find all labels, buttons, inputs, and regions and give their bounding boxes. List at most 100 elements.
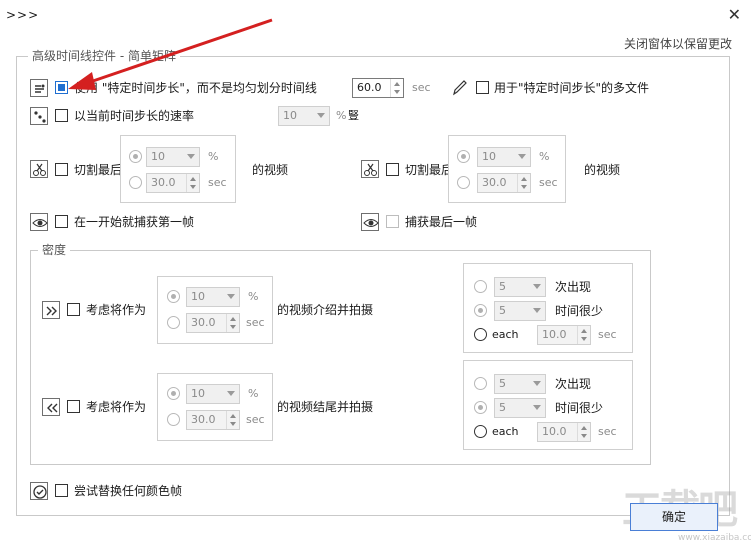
cut-first-percent-radio[interactable] <box>129 150 142 163</box>
pen-icon[interactable] <box>451 78 469 96</box>
intro-percent-combo[interactable]: 10 <box>186 287 240 307</box>
timestep-value-spinner[interactable]: 60.0 <box>352 78 404 98</box>
cut-first-sec-radio[interactable] <box>129 176 142 189</box>
rate-dice-icon[interactable] <box>30 107 48 125</box>
outro-times-label: 次出现 <box>555 377 592 391</box>
intro-label: 考虑将作为 <box>86 303 147 317</box>
current-rate-label: 以当前时间步长的速率 <box>74 109 195 123</box>
use-timestep-label: 使用 "特定时间步长"，而不是均匀划分时间线 <box>74 81 317 95</box>
cut-last-percent-combo[interactable]: 10 <box>477 147 531 167</box>
intro-sec-unit: sec <box>246 316 265 329</box>
outro-min-value: 5 <box>499 401 506 414</box>
capture-first-label: 在一开始就捕获第一帧 <box>74 215 195 229</box>
cut-last-percent-unit: % <box>539 150 550 163</box>
intro-each-spinner[interactable]: 10.0 <box>537 325 591 345</box>
ok-button[interactable]: 确定 <box>630 503 718 531</box>
intro-checkbox[interactable] <box>67 303 80 316</box>
cut-last-sec-spinner[interactable]: 30.0 <box>477 173 531 193</box>
current-rate-checkbox[interactable] <box>55 109 68 122</box>
capture-last-checkbox[interactable] <box>386 215 399 228</box>
title-bar: >>> ✕ <box>0 0 751 30</box>
replace-color-checkbox[interactable] <box>55 484 68 497</box>
outro-suffix: 的视频结尾并拍摄 <box>277 400 374 414</box>
timestep-value: 60.0 <box>357 81 382 94</box>
outro-checkbox[interactable] <box>67 400 80 413</box>
intro-percent-unit: % <box>248 290 259 303</box>
window-title: >>> <box>6 8 40 22</box>
intro-each-label: each <box>492 328 519 341</box>
outro-each-spinner[interactable]: 10.0 <box>537 422 591 442</box>
intro-sec-spinner[interactable]: 30.0 <box>186 313 240 333</box>
cut-last-percent-value: 10 <box>482 150 496 163</box>
cut-first-suffix: 的视频 <box>252 163 289 177</box>
capture-first-checkbox[interactable] <box>55 215 68 228</box>
cut-first-label: 切割最后 <box>74 163 123 177</box>
intro-suffix: 的视频介绍并拍摄 <box>277 303 374 317</box>
intro-arrows-icon[interactable] <box>42 301 60 319</box>
cut-first-sec-value: 30.0 <box>151 176 176 189</box>
eye-last-icon[interactable] <box>361 213 379 231</box>
intro-percent-radio[interactable] <box>167 290 180 303</box>
intro-min-combo[interactable]: 5 <box>494 301 546 321</box>
cut-first-icon[interactable] <box>30 160 48 178</box>
capture-last-label: 捕获最后一帧 <box>405 215 478 229</box>
rate-combo[interactable]: 10 <box>278 106 330 126</box>
rate-combo-value: 10 <box>283 109 297 122</box>
timestep-icon[interactable] <box>30 79 48 97</box>
cut-last-icon[interactable] <box>361 160 379 178</box>
cut-last-suffix: 的视频 <box>584 163 621 177</box>
outro-sec-unit: sec <box>246 413 265 426</box>
watermark-url: www.xiazaiba.com <box>678 533 751 543</box>
replace-color-icon[interactable] <box>30 482 48 500</box>
multi-file-label: 用于"特定时间步长"的多文件 <box>494 81 650 95</box>
cut-first-sec-spinner[interactable]: 30.0 <box>146 173 200 193</box>
outro-each-radio[interactable] <box>474 425 487 438</box>
density-group-legend: 密度 <box>38 243 71 257</box>
close-icon[interactable]: ✕ <box>728 5 741 24</box>
outro-percent-combo[interactable]: 10 <box>186 384 240 404</box>
cut-first-percent-unit: % <box>208 150 219 163</box>
intro-times-value: 5 <box>499 280 506 293</box>
outro-arrows-icon[interactable] <box>42 398 60 416</box>
eye-first-icon[interactable] <box>30 213 48 231</box>
cut-last-sec-radio[interactable] <box>457 176 470 189</box>
cut-first-percent-value: 10 <box>151 150 165 163</box>
intro-each-value: 10.0 <box>542 328 567 341</box>
intro-percent-value: 10 <box>191 290 205 303</box>
cut-first-checkbox[interactable] <box>55 163 68 176</box>
ok-button-label: 确定 <box>661 510 686 524</box>
outro-min-radio[interactable] <box>474 401 487 414</box>
intro-times-radio[interactable] <box>474 280 487 293</box>
outro-percent-unit: % <box>248 387 259 400</box>
advanced-group-legend: 高级时间线控件 - 简单矩阵 <box>28 49 180 63</box>
outro-times-radio[interactable] <box>474 377 487 390</box>
rate-unit: % <box>336 109 347 122</box>
intro-min-radio[interactable] <box>474 304 487 317</box>
cut-last-label: 切割最后 <box>405 163 454 177</box>
outro-sec-spinner[interactable]: 30.0 <box>186 410 240 430</box>
multi-file-checkbox[interactable] <box>476 81 489 94</box>
intro-times-label: 次出现 <box>555 280 592 294</box>
intro-min-label: 时间很少 <box>555 304 604 318</box>
cut-last-checkbox[interactable] <box>386 163 399 176</box>
use-timestep-checkbox[interactable] <box>55 81 68 94</box>
cut-last-sec-unit: sec <box>539 176 558 189</box>
hint-text: 关闭窗体以保留更改 <box>624 37 733 51</box>
outro-sec-radio[interactable] <box>167 413 180 426</box>
outro-label: 考虑将作为 <box>86 400 147 414</box>
cut-last-sec-value: 30.0 <box>482 176 507 189</box>
cut-first-percent-combo[interactable]: 10 <box>146 147 200 167</box>
outro-min-combo[interactable]: 5 <box>494 398 546 418</box>
intro-sec-value: 30.0 <box>191 316 216 329</box>
outro-min-label: 时间很少 <box>555 401 604 415</box>
intro-sec-radio[interactable] <box>167 316 180 329</box>
outro-times-combo[interactable]: 5 <box>494 374 546 394</box>
intro-each-unit: sec <box>598 328 617 341</box>
replace-color-label: 尝试替换任何颜色帧 <box>74 484 183 498</box>
outro-percent-radio[interactable] <box>167 387 180 400</box>
rate-unit-suffix: 豎 <box>348 109 359 122</box>
outro-each-label: each <box>492 425 519 438</box>
intro-times-combo[interactable]: 5 <box>494 277 546 297</box>
cut-last-percent-radio[interactable] <box>457 150 470 163</box>
intro-each-radio[interactable] <box>474 328 487 341</box>
